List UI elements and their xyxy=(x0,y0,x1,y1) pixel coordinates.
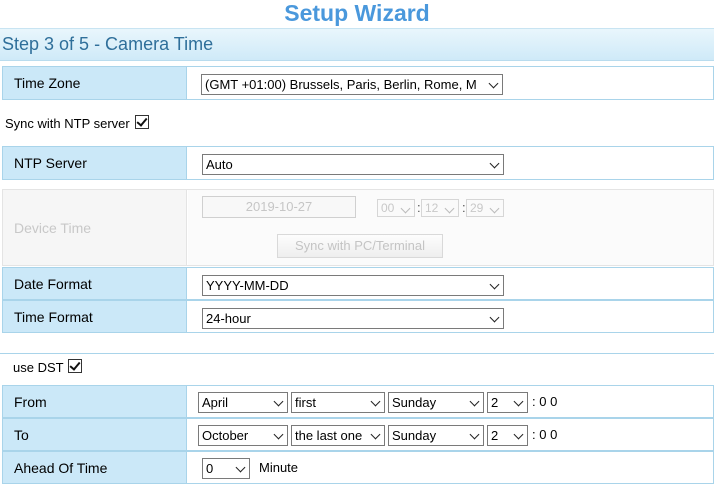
to-week-select[interactable]: the last one xyxy=(291,425,385,446)
chevron-down-icon xyxy=(487,155,503,174)
chevron-down-icon xyxy=(442,200,458,216)
ahead-minutes-select[interactable]: 0 xyxy=(202,458,250,479)
to-hour-select[interactable]: 2 xyxy=(487,425,528,446)
chevron-down-icon xyxy=(271,426,287,445)
device-hour-value: 00 xyxy=(381,201,395,215)
device-time-label: Device Time xyxy=(14,219,92,236)
dst-checkbox[interactable] xyxy=(67,358,82,373)
ahead-unit: Minute xyxy=(259,460,299,475)
date-format-label-cell: Date Format xyxy=(3,268,187,299)
dst-control: use DST xyxy=(13,358,82,376)
to-day-value: Sunday xyxy=(392,428,437,443)
to-hour-value: 2 xyxy=(491,428,499,443)
chevron-down-icon xyxy=(486,75,502,94)
ntp-server-label: NTP Server xyxy=(14,155,87,171)
dst-from-label-cell: From xyxy=(3,386,187,417)
to-month-value: October xyxy=(202,428,249,443)
to-minute-text: : 0 0 xyxy=(532,427,558,442)
chevron-down-icon xyxy=(487,200,503,216)
from-week-value: first xyxy=(295,395,316,410)
from-day-value: Sunday xyxy=(392,395,437,410)
time-zone-label: Time Zone xyxy=(14,75,81,91)
chevron-down-icon xyxy=(511,426,527,445)
device-second-select[interactable]: 29 xyxy=(466,199,504,217)
sync-pc-button[interactable]: Sync with PC/Terminal xyxy=(277,234,443,258)
step-header: Step 3 of 5 - Camera Time xyxy=(0,28,714,61)
time-format-select[interactable]: 24-hour xyxy=(202,308,504,329)
device-date-field[interactable]: 2019-10-27 xyxy=(202,196,356,218)
ahead-label-cell: Ahead Of Time xyxy=(3,452,187,483)
device-time-row: Device Time 2019-10-27 00 : 12 : 29 Sync… xyxy=(2,189,714,266)
from-minute-text: : 0 0 xyxy=(532,394,558,409)
chevron-down-icon xyxy=(487,276,503,295)
from-week-select[interactable]: first xyxy=(291,392,385,413)
time-zone-row: Time Zone (GMT +01:00) Brussels, Paris, … xyxy=(2,66,714,100)
ahead-minutes-value: 0 xyxy=(206,461,214,476)
from-hour-value: 2 xyxy=(491,395,499,410)
time-format-value: 24-hour xyxy=(206,311,251,326)
chevron-down-icon xyxy=(487,309,503,328)
dst-to-label-cell: To xyxy=(3,419,187,450)
chevron-down-icon xyxy=(467,426,483,445)
section-divider xyxy=(0,353,714,354)
chevron-down-icon xyxy=(233,459,249,478)
device-hour-select[interactable]: 00 xyxy=(377,199,415,217)
to-month-select[interactable]: October xyxy=(198,425,288,446)
device-minute-select[interactable]: 12 xyxy=(421,199,459,217)
ntp-sync-checkbox[interactable] xyxy=(135,114,150,129)
chevron-down-icon xyxy=(511,393,527,412)
ahead-label: Ahead Of Time xyxy=(14,459,108,476)
chevron-down-icon xyxy=(467,393,483,412)
chevron-down-icon xyxy=(271,393,287,412)
device-time-label-cell: Device Time xyxy=(3,190,187,265)
chevron-down-icon xyxy=(398,200,414,216)
time-format-row: Time Format 24-hour xyxy=(2,300,714,333)
ahead-row: Ahead Of Time 0 Minute xyxy=(2,451,714,484)
from-hour-select[interactable]: 2 xyxy=(487,392,528,413)
to-day-select[interactable]: Sunday xyxy=(388,425,484,446)
dst-to-label: To xyxy=(14,426,29,443)
to-week-value: the last one xyxy=(295,428,363,443)
ntp-server-row: NTP Server Auto xyxy=(2,146,714,180)
ntp-sync-control: Sync with NTP server xyxy=(5,114,150,132)
dst-from-row: From April first Sunday 2 : 0 0 xyxy=(2,385,714,418)
time-zone-select[interactable]: (GMT +01:00) Brussels, Paris, Berlin, Ro… xyxy=(201,74,503,95)
page-title: Setup Wizard xyxy=(284,0,430,26)
chevron-down-icon xyxy=(368,426,384,445)
ntp-sync-label: Sync with NTP server xyxy=(5,116,130,131)
ntp-server-label-cell: NTP Server xyxy=(3,147,187,179)
from-month-value: April xyxy=(202,395,229,410)
dst-label: use DST xyxy=(13,360,64,375)
from-day-select[interactable]: Sunday xyxy=(388,392,484,413)
ntp-server-select[interactable]: Auto xyxy=(202,154,504,175)
chevron-down-icon xyxy=(368,393,384,412)
ntp-server-value: Auto xyxy=(206,157,233,172)
device-minute-value: 12 xyxy=(425,201,439,215)
from-month-select[interactable]: April xyxy=(198,392,288,413)
time-format-label: Time Format xyxy=(14,308,93,325)
time-zone-value: (GMT +01:00) Brussels, Paris, Berlin, Ro… xyxy=(205,77,477,92)
device-second-value: 29 xyxy=(470,201,484,215)
dst-to-row: To October the last one Sunday 2 : 0 0 xyxy=(2,418,714,451)
time-zone-label-cell: Time Zone xyxy=(3,67,187,99)
date-format-select[interactable]: YYYY-MM-DD xyxy=(202,275,504,296)
date-format-row: Date Format YYYY-MM-DD xyxy=(2,267,714,300)
date-format-value: YYYY-MM-DD xyxy=(206,278,289,293)
dst-from-label: From xyxy=(14,393,47,410)
time-format-label-cell: Time Format xyxy=(3,301,187,332)
date-format-label: Date Format xyxy=(14,275,92,292)
